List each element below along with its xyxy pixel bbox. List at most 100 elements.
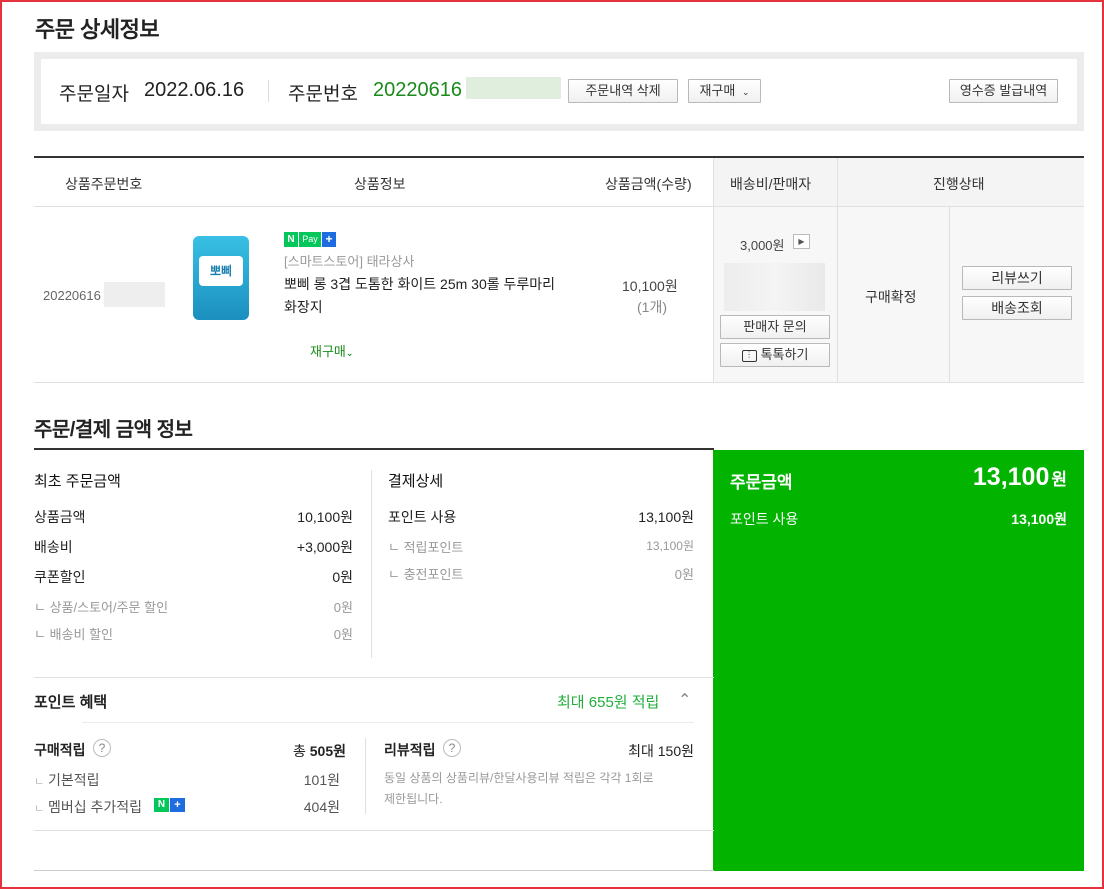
col-header-price-qty: 상품금액(수량) bbox=[605, 176, 692, 192]
membership-points-value: 404원 bbox=[303, 799, 340, 815]
question-icon[interactable]: ? bbox=[443, 739, 461, 757]
purchase-points-label: 구매적립 bbox=[34, 742, 86, 758]
purchase-points-total: 총 505원 bbox=[230, 741, 346, 761]
purchase-total-value: 505원 bbox=[309, 743, 346, 759]
benefit-bottom-divider bbox=[34, 830, 714, 831]
payment-section-title: 주문/결제 금액 정보 bbox=[34, 419, 193, 441]
point-benefit-title: 포인트 혜택 bbox=[34, 694, 108, 711]
table-col-divider bbox=[713, 158, 714, 382]
coupon-value: 0원 bbox=[332, 569, 353, 585]
product-image[interactable]: 뽀삐 bbox=[193, 236, 249, 320]
chevron-up-icon[interactable]: ⌃ bbox=[678, 690, 691, 710]
page-title: 주문 상세정보 bbox=[35, 17, 160, 42]
receipt-history-button[interactable]: 영수증 발급내역 bbox=[949, 79, 1058, 103]
plus-icon: + bbox=[170, 798, 185, 812]
col-header-product-info: 상품정보 bbox=[354, 176, 406, 192]
order-amount-unit: 원 bbox=[1051, 470, 1067, 489]
product-amount-label: 상품금액 bbox=[34, 509, 86, 525]
product-name-line2[interactable]: 화장지 bbox=[284, 297, 323, 317]
chevron-down-icon: ⌄ bbox=[345, 348, 354, 358]
product-reorder-label: 재구매 bbox=[310, 344, 346, 359]
play-arrow-icon[interactable]: ▶ bbox=[793, 234, 810, 249]
npay-plus-badge: N Pay + bbox=[284, 232, 336, 247]
table-bottom-border bbox=[34, 382, 1084, 383]
order-status: 구매확정 bbox=[865, 289, 917, 305]
review-desc-line2: 제한됩니다. bbox=[384, 792, 443, 806]
store-name[interactable]: [스마트스토어] 태라상사 bbox=[284, 251, 414, 270]
table-header-divider bbox=[34, 206, 1084, 207]
reorder-dropdown-button[interactable]: 재구매 ⌄ bbox=[688, 79, 761, 103]
product-order-number-redacted bbox=[104, 282, 165, 307]
seller-info-redacted bbox=[724, 263, 825, 311]
table-col-divider bbox=[949, 207, 950, 382]
basic-points-value: 101원 bbox=[303, 772, 340, 788]
talk-label: 톡톡하기 bbox=[760, 347, 809, 362]
membership-points-row: ㄴ 멤버십 추가적립 bbox=[34, 799, 143, 815]
col-header-status: 진행상태 bbox=[933, 176, 985, 192]
shipping-fee: 3,000원 bbox=[740, 238, 785, 253]
npay-n-icon: N bbox=[284, 232, 298, 247]
product-name-line1[interactable]: 뽀삐 롱 3겹 도톰한 화이트 25m 30롤 두루마리 bbox=[284, 274, 555, 294]
col-header-product-order-no: 상품주문번호 bbox=[65, 176, 143, 192]
delete-order-button[interactable]: 주문내역 삭제 bbox=[568, 79, 678, 103]
page-bottom-line bbox=[34, 870, 714, 871]
seller-inquiry-button[interactable]: 판매자 문의 bbox=[720, 315, 830, 339]
reorder-label: 재구매 bbox=[699, 83, 736, 98]
max-points-label[interactable]: 최대 655원 적립 bbox=[557, 691, 659, 712]
write-review-button[interactable]: 리뷰쓰기 bbox=[962, 266, 1072, 290]
product-amount-value: 10,100원 bbox=[297, 509, 353, 525]
product-image-label: 뽀삐 bbox=[199, 256, 243, 286]
order-number-label: 주문번호 bbox=[288, 84, 358, 105]
benefit-top-divider bbox=[34, 677, 714, 678]
plus-icon: + bbox=[322, 232, 336, 247]
point-use-value: 13,100원 bbox=[638, 509, 694, 525]
table-col-divider bbox=[837, 158, 838, 382]
review-points-label: 리뷰적립 bbox=[384, 742, 436, 758]
order-amount-total: 13,100 원 bbox=[900, 463, 1067, 492]
basic-points-label: 기본적립 bbox=[48, 772, 100, 788]
order-date-label: 주문일자 bbox=[59, 84, 129, 105]
order-date: 2022.06.16 bbox=[144, 79, 245, 101]
charged-point-label: ㄴ 충전포인트 bbox=[388, 567, 464, 582]
benefit-inner-divider bbox=[82, 722, 694, 723]
npay-pay-label: Pay bbox=[299, 232, 321, 247]
order-amount-label: 주문금액 bbox=[730, 473, 793, 492]
payment-detail-title: 결제상세 bbox=[388, 473, 444, 490]
purchase-total-prefix: 총 bbox=[292, 743, 306, 759]
product-reorder-link[interactable]: 재구매⌄ bbox=[310, 341, 353, 360]
benefit-col-divider bbox=[365, 738, 366, 814]
coupon-label: 쿠폰할인 bbox=[34, 569, 86, 585]
basic-points-row: ㄴ 기본적립 bbox=[34, 772, 100, 788]
charged-point-value: 0원 bbox=[674, 567, 694, 582]
shipping-value: +3,000원 bbox=[296, 539, 353, 555]
npay-plus-badge: N + bbox=[154, 798, 185, 812]
review-points-max: 최대 150원 bbox=[628, 743, 694, 759]
question-icon[interactable]: ? bbox=[93, 739, 111, 757]
earned-point-label: ㄴ 적립포인트 bbox=[388, 540, 464, 555]
col-header-shipping-seller: 배송비/판매자 bbox=[730, 176, 812, 192]
summary-point-use-label: 포인트 사용 bbox=[730, 511, 799, 527]
order-amount-number: 13,100 bbox=[972, 463, 1050, 491]
summary-divider bbox=[268, 80, 269, 102]
npay-n-icon: N bbox=[154, 798, 169, 812]
store-discount-label: ㄴ 상품/스토어/주문 할인 bbox=[34, 600, 169, 615]
track-delivery-button[interactable]: 배송조회 bbox=[962, 296, 1072, 320]
initial-amount-title: 최초 주문금액 bbox=[34, 473, 121, 490]
product-order-number: 20220616 bbox=[43, 288, 101, 303]
payment-col-divider bbox=[371, 470, 372, 658]
chevron-down-icon: ⌄ bbox=[741, 87, 750, 97]
point-use-label: 포인트 사용 bbox=[388, 509, 457, 525]
product-price: 10,100원 bbox=[622, 278, 678, 294]
summary-point-use-value: 13,100원 bbox=[1011, 511, 1067, 527]
membership-points-label: 멤버십 추가적립 bbox=[48, 799, 143, 815]
review-desc-line1: 동일 상품의 상품리뷰/한달사용리뷰 적립은 각각 1회로 bbox=[384, 771, 654, 785]
shipping-discount-value: 0원 bbox=[333, 627, 353, 642]
talk-button[interactable]: ⋮ 톡톡하기 bbox=[720, 343, 830, 367]
order-number: 20220616 bbox=[373, 79, 462, 101]
chat-bubble-icon: ⋮ bbox=[741, 349, 757, 362]
product-quantity: (1개) bbox=[637, 299, 667, 315]
order-number-redacted bbox=[466, 77, 561, 99]
shipping-discount-label: ㄴ 배송비 할인 bbox=[34, 627, 113, 642]
payment-section-border bbox=[34, 448, 714, 450]
earned-point-value: 13,100원 bbox=[646, 539, 694, 553]
